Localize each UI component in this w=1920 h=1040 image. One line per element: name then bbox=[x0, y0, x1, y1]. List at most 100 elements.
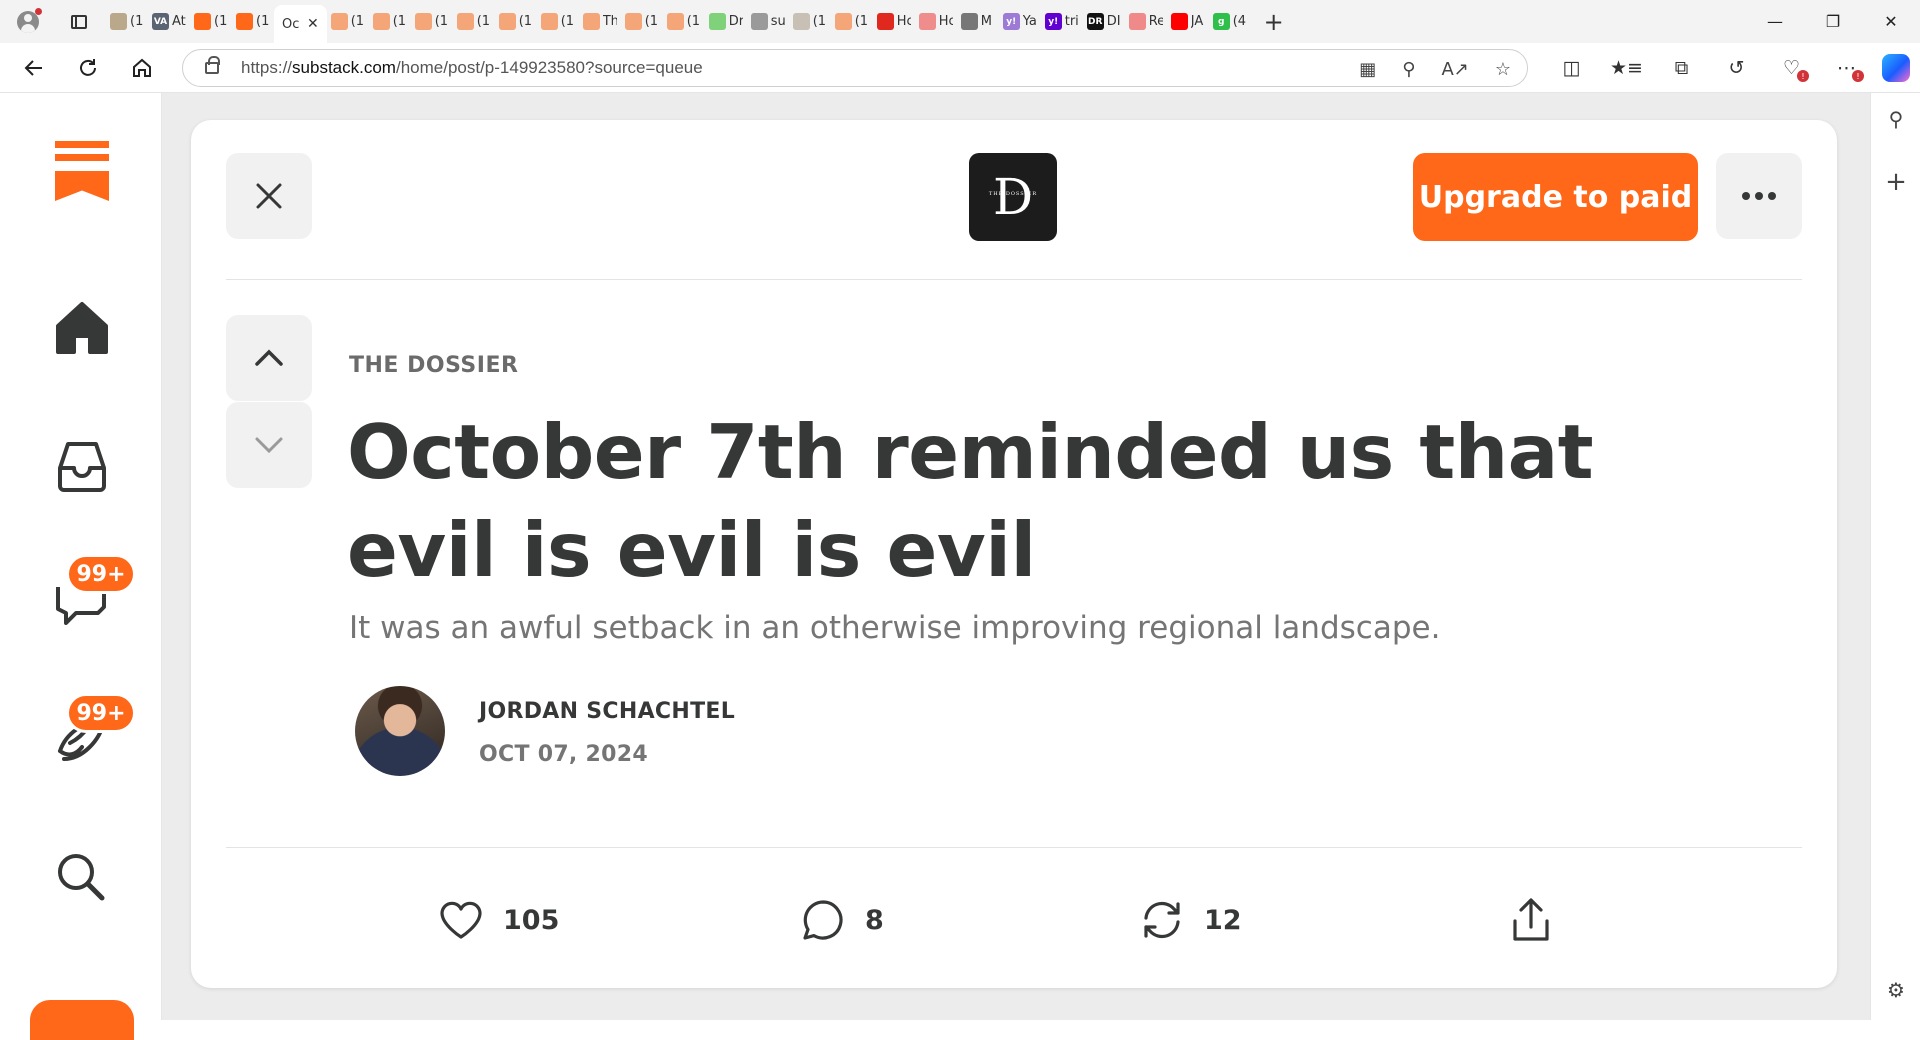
refresh-button[interactable] bbox=[68, 48, 108, 88]
close-post-button[interactable] bbox=[226, 153, 312, 239]
substack-icon bbox=[414, 13, 432, 30]
read-aloud-icon[interactable]: A↗ bbox=[1441, 59, 1468, 80]
browser-tab[interactable]: (1( bbox=[190, 5, 232, 39]
browser-tab[interactable]: Re bbox=[1125, 5, 1167, 39]
youtube-icon bbox=[1128, 13, 1146, 30]
upgrade-to-paid-button[interactable]: Upgrade to paid bbox=[1413, 153, 1698, 241]
back-button[interactable] bbox=[14, 48, 54, 88]
restack-button[interactable]: 12 bbox=[1140, 895, 1242, 945]
previous-post-button[interactable] bbox=[226, 315, 312, 401]
share-button[interactable] bbox=[1511, 895, 1551, 945]
tab-title: (1( bbox=[392, 14, 407, 29]
yahoo-icon: y! bbox=[1002, 13, 1020, 30]
browser-tab[interactable]: (1( bbox=[411, 5, 453, 39]
restore-button[interactable]: ❐ bbox=[1804, 0, 1862, 43]
close-window-button[interactable]: ✕ bbox=[1862, 0, 1920, 43]
browser-tab[interactable]: g (4 bbox=[1209, 5, 1251, 39]
arrow-left-icon bbox=[24, 59, 42, 76]
browser-tab[interactable]: (1( bbox=[537, 5, 579, 39]
browser-tab[interactable]: Hc bbox=[873, 5, 915, 39]
g-icon: g bbox=[1212, 13, 1230, 30]
header-divider bbox=[226, 279, 1802, 280]
browser-tab[interactable]: (1( bbox=[789, 5, 831, 39]
sidebar-settings-icon[interactable]: ⚙ bbox=[1871, 978, 1920, 1002]
home-button[interactable] bbox=[122, 48, 162, 88]
address-bar[interactable]: https://substack.com/home/post/p-1499235… bbox=[182, 49, 1528, 87]
collections-button[interactable]: ⧉ bbox=[1654, 48, 1709, 88]
browser-tab[interactable]: y! Ya bbox=[999, 5, 1041, 39]
tab-title: Oc bbox=[282, 16, 300, 32]
browser-tab[interactable]: Th bbox=[579, 5, 621, 39]
browser-tab[interactable]: VA At bbox=[148, 5, 190, 39]
browser-tab[interactable]: (1( bbox=[369, 5, 411, 39]
substack-icon bbox=[194, 13, 211, 30]
copilot-icon[interactable] bbox=[1882, 54, 1910, 82]
chat-badge: 99+ bbox=[66, 554, 136, 594]
post-date: OCT 07, 2024 bbox=[479, 742, 648, 767]
tab-title: (1( bbox=[256, 14, 270, 29]
substack-logo-icon[interactable] bbox=[55, 141, 109, 201]
comment-button[interactable]: 8 bbox=[801, 895, 884, 945]
substack-icon bbox=[456, 13, 474, 30]
close-tab-icon[interactable]: ✕ bbox=[307, 16, 319, 32]
app-available-icon[interactable]: ▦ bbox=[1359, 59, 1376, 80]
browser-essentials-button[interactable]: ♡! bbox=[1764, 48, 1819, 88]
browser-tab[interactable]: (1( bbox=[327, 5, 369, 39]
doc-search-icon bbox=[750, 13, 768, 30]
profile-button[interactable] bbox=[8, 2, 48, 42]
close-icon bbox=[256, 183, 282, 209]
browser-tab[interactable]: (1( bbox=[495, 5, 537, 39]
search-icon bbox=[960, 13, 978, 30]
browser-tab[interactable]: y! tri bbox=[1041, 5, 1083, 39]
search-icon[interactable] bbox=[52, 848, 112, 908]
chevron-down-icon bbox=[255, 437, 283, 454]
more-horizontal-icon bbox=[1742, 192, 1776, 200]
va-icon: VA bbox=[152, 13, 169, 30]
settings-more-button[interactable]: ⋯! bbox=[1819, 48, 1874, 88]
sidebar-search-icon[interactable]: ⚲ bbox=[1871, 107, 1920, 131]
publication-logo[interactable]: D THE DOSSIER bbox=[969, 153, 1057, 241]
browser-tab[interactable]: Hc bbox=[915, 5, 957, 39]
history-button[interactable]: ↺ bbox=[1709, 48, 1764, 88]
more-options-button[interactable] bbox=[1716, 153, 1802, 239]
like-button[interactable]: 105 bbox=[439, 895, 559, 945]
inbox-icon[interactable] bbox=[52, 436, 112, 496]
substack-icon bbox=[498, 13, 516, 30]
create-post-button[interactable] bbox=[30, 1000, 134, 1040]
tab-actions-icon bbox=[71, 14, 87, 29]
browser-tab[interactable]: (1( bbox=[232, 5, 274, 39]
browser-tab[interactable]: su bbox=[747, 5, 789, 39]
active-browser-tab[interactable]: Oc ✕ bbox=[274, 5, 327, 43]
browser-tab[interactable]: (1( bbox=[453, 5, 495, 39]
restack-icon bbox=[1144, 901, 1180, 939]
favorites-button[interactable]: ★≡ bbox=[1599, 48, 1654, 88]
minimize-button[interactable]: — bbox=[1746, 0, 1804, 43]
browser-tab[interactable]: (1( bbox=[106, 5, 148, 39]
split-screen-button[interactable]: ◫ bbox=[1544, 48, 1599, 88]
browser-tab[interactable]: (1( bbox=[831, 5, 873, 39]
url-text[interactable]: https://substack.com/home/post/p-1499235… bbox=[241, 58, 703, 78]
tab-title: tri bbox=[1064, 14, 1079, 29]
new-tab-button[interactable]: + bbox=[1259, 8, 1289, 36]
tab-title: (1( bbox=[518, 14, 533, 29]
browser-tab[interactable]: (1( bbox=[621, 5, 663, 39]
tab-title: At bbox=[172, 14, 186, 29]
author-name[interactable]: JORDAN SCHACHTEL bbox=[479, 699, 735, 724]
next-post-button[interactable] bbox=[226, 402, 312, 488]
publication-name[interactable]: THE DOSSIER bbox=[349, 353, 518, 378]
zoom-icon[interactable]: ⚲ bbox=[1402, 59, 1415, 80]
home-icon[interactable] bbox=[52, 298, 112, 358]
chevron-up-icon bbox=[255, 349, 283, 366]
browser-tab[interactable]: M bbox=[957, 5, 999, 39]
split-screen-icon: ◫ bbox=[1562, 57, 1581, 79]
comment-icon bbox=[803, 900, 843, 940]
tab-actions-button[interactable] bbox=[62, 5, 96, 39]
browser-tab[interactable]: (1( bbox=[663, 5, 705, 39]
tab-title: (1( bbox=[350, 14, 365, 29]
browser-tab[interactable]: JA bbox=[1167, 5, 1209, 39]
browser-tab[interactable]: Dr bbox=[705, 5, 747, 39]
author-avatar[interactable] bbox=[355, 686, 445, 776]
browser-tab[interactable]: DR DI bbox=[1083, 5, 1125, 39]
sidebar-add-icon[interactable]: + bbox=[1871, 167, 1920, 197]
favorite-star-icon[interactable]: ☆ bbox=[1495, 59, 1511, 80]
